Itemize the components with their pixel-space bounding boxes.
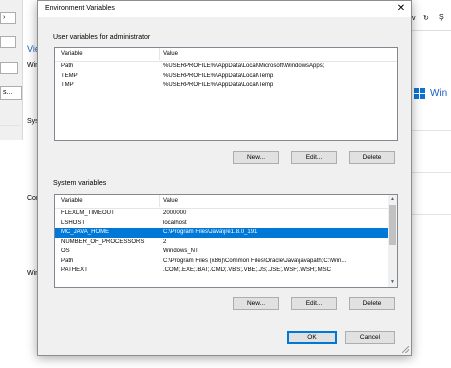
system-delete-button[interactable]: Delete xyxy=(349,297,395,310)
user-variables-header: Variable Value xyxy=(55,48,397,62)
list-item-selected[interactable]: MC_JAVA_HOME C:\Program Files\Java\jre1.… xyxy=(55,228,390,238)
dialog-title: Environment Variables xyxy=(45,5,115,12)
user-delete-button[interactable]: Delete xyxy=(349,151,395,164)
environment-variables-dialog: Environment Variables ✕ User variables f… xyxy=(37,0,412,356)
system-variables-label: System variables xyxy=(53,180,107,187)
variable-value: Windows_NT xyxy=(163,248,199,254)
user-variables-list[interactable]: Variable Value Path %USERPROFILE%\AppDat… xyxy=(54,47,398,141)
background-button-label: s... xyxy=(3,89,13,96)
scrollbar-thumb[interactable] xyxy=(389,205,396,245)
scroll-down-icon[interactable]: ▼ xyxy=(388,278,397,287)
variable-name: Path xyxy=(61,257,74,264)
variable-name: TMP xyxy=(61,82,74,88)
variable-value: .COM;.EXE;.BAT;.CMD;.VBS;.VBE;.JS;.JSE;.… xyxy=(163,267,331,273)
list-item[interactable]: Path C:\Program Files (x86)\Common Files… xyxy=(55,257,397,267)
background-button[interactable]: s... xyxy=(0,86,22,100)
refresh-icon[interactable]: ↻ xyxy=(423,14,429,22)
background-divider xyxy=(411,130,451,131)
column-header-value[interactable]: Value xyxy=(163,198,178,204)
system-variables-header: Variable Value xyxy=(55,195,397,209)
windows-brand-text: Win xyxy=(430,88,448,99)
column-header-variable[interactable]: Variable xyxy=(61,51,83,57)
variable-name: PATHEXT xyxy=(61,267,88,273)
user-variables-label: User variables for administrator xyxy=(53,34,151,41)
variable-name: LSHOST xyxy=(61,219,86,226)
chevron-down-icon[interactable]: v xyxy=(412,15,416,22)
background-field xyxy=(0,36,16,48)
variable-value: %USERPROFILE%\AppData\Local\Microsoft\Wi… xyxy=(163,63,325,69)
user-new-button[interactable]: New... xyxy=(233,151,279,164)
variable-name: Path xyxy=(61,63,74,69)
variable-value: %USERPROFILE%\AppData\Local\Temp xyxy=(163,72,274,79)
close-icon[interactable]: ✕ xyxy=(393,1,409,17)
vertical-scrollbar[interactable]: ▲ ▼ xyxy=(388,195,397,287)
list-item[interactable]: TMP %USERPROFILE%\AppData\Local\Temp xyxy=(55,81,397,91)
list-item[interactable]: PATHEXT .COM;.EXE;.BAT;.CMD;.VBS;.VBE;.J… xyxy=(55,266,397,276)
variable-name: MC_JAVA_HOME xyxy=(61,229,110,235)
list-item[interactable]: OS Windows_NT xyxy=(55,247,397,257)
background-divider xyxy=(0,125,20,126)
list-item[interactable]: LSHOST localhost xyxy=(55,219,397,229)
background-arrow-icon: › xyxy=(3,14,6,21)
column-header-value[interactable]: Value xyxy=(163,51,178,57)
background-toolbar-right: v ↻ Ş xyxy=(411,10,451,31)
cancel-button[interactable]: Cancel xyxy=(345,331,395,344)
variable-name: NUMBER_OF_PROCESSORS xyxy=(61,238,145,245)
scroll-up-icon[interactable]: ▲ xyxy=(388,195,397,204)
user-edit-button[interactable]: Edit... xyxy=(291,151,337,164)
background-divider xyxy=(411,172,451,173)
dialog-titlebar[interactable]: Environment Variables ✕ xyxy=(38,1,411,17)
list-item[interactable]: Path %USERPROFILE%\AppData\Local\Microso… xyxy=(55,62,397,72)
list-item[interactable]: FLEXLM_TIMEOUT 2000000 xyxy=(55,209,397,219)
windows-logo-icon xyxy=(414,88,426,100)
variable-name: FLEXLM_TIMEOUT xyxy=(61,210,115,216)
variable-name: OS xyxy=(61,248,70,254)
variable-value: %USERPROFILE%\AppData\Local\Temp xyxy=(163,82,274,88)
variable-name: TEMP xyxy=(61,72,78,79)
search-icon[interactable]: Ş xyxy=(439,14,444,21)
list-item[interactable]: TEMP %USERPROFILE%\AppData\Local\Temp xyxy=(55,72,397,82)
variable-value: localhost xyxy=(163,219,187,226)
system-edit-button[interactable]: Edit... xyxy=(291,297,337,310)
system-variables-list[interactable]: Variable Value FLEXLM_TIMEOUT 2000000 LS… xyxy=(54,194,398,288)
background-field xyxy=(0,62,18,74)
variable-value: C:\Program Files\Java\jre1.8.0_191 xyxy=(163,229,258,235)
background-nav-box: › xyxy=(0,12,16,24)
variable-value: 2 xyxy=(163,238,167,245)
list-item[interactable]: NUMBER_OF_PROCESSORS 2 xyxy=(55,238,397,248)
variable-value: C:\Program Files (x86)\Common Files\Orac… xyxy=(163,257,347,264)
resize-grip-icon[interactable] xyxy=(402,346,409,353)
variable-value: 2000000 xyxy=(163,210,187,216)
system-new-button[interactable]: New... xyxy=(233,297,279,310)
column-header-variable[interactable]: Variable xyxy=(61,198,83,204)
ok-button[interactable]: OK xyxy=(287,331,337,344)
background-divider xyxy=(411,214,451,215)
